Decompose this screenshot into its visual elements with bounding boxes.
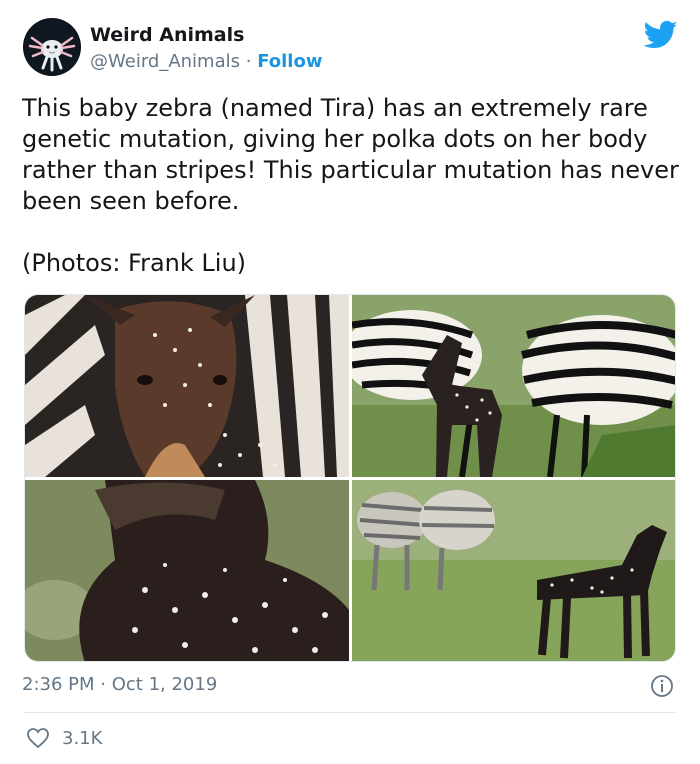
avatar[interactable]	[23, 18, 81, 76]
axolotl-avatar-image	[24, 20, 80, 76]
photo-grid	[24, 294, 676, 662]
twitter-bird-icon[interactable]	[644, 20, 678, 50]
follow-button[interactable]: Follow	[257, 51, 322, 72]
handle-line: @Weird_Animals · Follow	[90, 51, 322, 72]
account-handle[interactable]: @Weird_Animals	[90, 51, 240, 72]
account-name[interactable]: Weird Animals	[90, 24, 244, 46]
zebra-foal-face-image	[25, 295, 349, 477]
photo-zebra-herd[interactable]	[352, 295, 675, 477]
heart-icon	[27, 728, 49, 749]
handle-separator: ·	[245, 51, 252, 72]
tweet-timestamp[interactable]: 2:36 PM · Oct 1, 2019	[22, 674, 217, 695]
photo-zebra-foal-face[interactable]	[25, 295, 349, 477]
tweet-header: Weird Animals @Weird_Animals · Follow	[20, 16, 680, 82]
tweet-body: This baby zebra (named Tira) has an extr…	[22, 93, 682, 279]
like-count: 3.1K	[62, 727, 103, 749]
tweet-date: Oct 1, 2019	[111, 674, 218, 695]
info-icon[interactable]	[650, 674, 674, 698]
zebra-foal-back-image	[25, 480, 349, 661]
zebra-herd-image	[352, 295, 675, 477]
photo-credit: (Photos: Frank Liu)	[22, 249, 247, 277]
photo-zebra-foal-standing[interactable]	[352, 480, 675, 661]
like-action[interactable]: 3.1K	[26, 725, 102, 751]
tweet-time: 2:36 PM	[22, 674, 95, 695]
photo-zebra-foal-back[interactable]	[25, 480, 349, 661]
zebra-foal-standing-image	[352, 480, 675, 661]
divider	[24, 712, 676, 713]
timestamp-separator: ·	[100, 674, 106, 695]
tweet-text: This baby zebra (named Tira) has an extr…	[22, 94, 679, 215]
